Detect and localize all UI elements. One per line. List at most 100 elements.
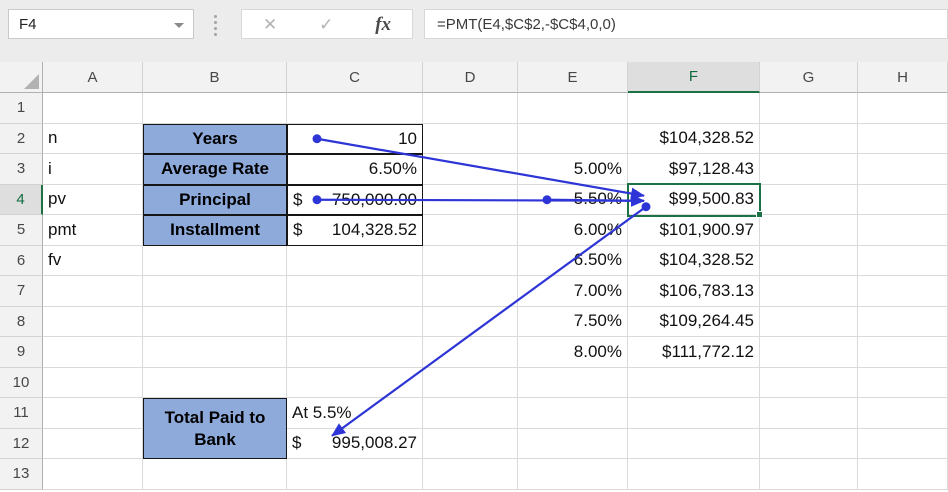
cell-A2[interactable]: n bbox=[43, 124, 143, 155]
cell-E3[interactable]: 5.00% bbox=[518, 154, 628, 185]
cell-G2[interactable] bbox=[760, 124, 858, 155]
cell-B3[interactable]: Average Rate bbox=[143, 154, 287, 185]
cell-A7[interactable] bbox=[43, 276, 143, 307]
cell-A13[interactable] bbox=[43, 459, 143, 490]
cell-E4[interactable]: 5.50% bbox=[518, 185, 628, 216]
row-header-11[interactable]: 11 bbox=[0, 398, 43, 429]
cell-A4[interactable]: pv bbox=[43, 185, 143, 216]
column-header-H[interactable]: H bbox=[858, 62, 948, 93]
cell-F11[interactable] bbox=[628, 398, 760, 429]
cell-A6[interactable]: fv bbox=[43, 246, 143, 277]
cell-E5[interactable]: 6.00% bbox=[518, 215, 628, 246]
cell-H3[interactable] bbox=[858, 154, 948, 185]
row-header-12[interactable]: 12 bbox=[0, 429, 43, 460]
name-box[interactable]: F4 bbox=[8, 9, 194, 39]
cell-A8[interactable] bbox=[43, 307, 143, 338]
cell-D2[interactable] bbox=[423, 124, 518, 155]
cell-F12[interactable] bbox=[628, 429, 760, 460]
cell-D9[interactable] bbox=[423, 337, 518, 368]
cell-C7[interactable] bbox=[287, 276, 423, 307]
cell-D7[interactable] bbox=[423, 276, 518, 307]
row-header-8[interactable]: 8 bbox=[0, 307, 43, 338]
cell-D8[interactable] bbox=[423, 307, 518, 338]
cell-C2[interactable]: 10 bbox=[287, 124, 423, 155]
column-header-B[interactable]: B bbox=[143, 62, 287, 93]
cell-B13[interactable] bbox=[143, 459, 287, 490]
cell-F4[interactable]: $99,500.83 bbox=[628, 185, 760, 216]
cell-G8[interactable] bbox=[760, 307, 858, 338]
cell-H11[interactable] bbox=[858, 398, 948, 429]
cell-D10[interactable] bbox=[423, 368, 518, 399]
cell-B7[interactable] bbox=[143, 276, 287, 307]
cell-A9[interactable] bbox=[43, 337, 143, 368]
cell-B8[interactable] bbox=[143, 307, 287, 338]
cell-E6[interactable]: 6.50% bbox=[518, 246, 628, 277]
cell-A5[interactable]: pmt bbox=[43, 215, 143, 246]
name-box-dropdown-icon[interactable] bbox=[174, 23, 184, 28]
cell-F7[interactable]: $106,783.13 bbox=[628, 276, 760, 307]
cell-H13[interactable] bbox=[858, 459, 948, 490]
cell-B5[interactable]: Installment bbox=[143, 215, 287, 246]
cell-H4[interactable] bbox=[858, 185, 948, 216]
cell-G1[interactable] bbox=[760, 93, 858, 124]
column-header-G[interactable]: G bbox=[760, 62, 858, 93]
row-header-3[interactable]: 3 bbox=[0, 154, 43, 185]
cell-G11[interactable] bbox=[760, 398, 858, 429]
cell-C12[interactable]: $995,008.27 bbox=[287, 429, 423, 460]
cell-D11[interactable] bbox=[423, 398, 518, 429]
row-header-13[interactable]: 13 bbox=[0, 459, 43, 490]
column-header-E[interactable]: E bbox=[518, 62, 628, 93]
cell-G6[interactable] bbox=[760, 246, 858, 277]
cell-F5[interactable]: $101,900.97 bbox=[628, 215, 760, 246]
cell-H7[interactable] bbox=[858, 276, 948, 307]
cell-C5[interactable]: $104,328.52 bbox=[287, 215, 423, 246]
cell-B10[interactable] bbox=[143, 368, 287, 399]
column-header-F[interactable]: F bbox=[628, 62, 760, 93]
cell-A1[interactable] bbox=[43, 93, 143, 124]
cell-A11[interactable] bbox=[43, 398, 143, 429]
cell-D13[interactable] bbox=[423, 459, 518, 490]
cell-F6[interactable]: $104,328.52 bbox=[628, 246, 760, 277]
column-header-D[interactable]: D bbox=[423, 62, 518, 93]
cell-H12[interactable] bbox=[858, 429, 948, 460]
cell-G4[interactable] bbox=[760, 185, 858, 216]
row-header-10[interactable]: 10 bbox=[0, 368, 43, 399]
cell-E13[interactable] bbox=[518, 459, 628, 490]
cell-F1[interactable] bbox=[628, 93, 760, 124]
cell-H6[interactable] bbox=[858, 246, 948, 277]
cell-C8[interactable] bbox=[287, 307, 423, 338]
cell-A12[interactable] bbox=[43, 429, 143, 460]
cell-F3[interactable]: $97,128.43 bbox=[628, 154, 760, 185]
row-header-6[interactable]: 6 bbox=[0, 246, 43, 277]
cell-B9[interactable] bbox=[143, 337, 287, 368]
select-all-corner[interactable] bbox=[0, 62, 43, 93]
cell-D4[interactable] bbox=[423, 185, 518, 216]
cell-C6[interactable] bbox=[287, 246, 423, 277]
row-header-2[interactable]: 2 bbox=[0, 124, 43, 155]
cell-E7[interactable]: 7.00% bbox=[518, 276, 628, 307]
cell-H8[interactable] bbox=[858, 307, 948, 338]
cell-C1[interactable] bbox=[287, 93, 423, 124]
cell-D5[interactable] bbox=[423, 215, 518, 246]
column-header-A[interactable]: A bbox=[43, 62, 143, 93]
cell-E9[interactable]: 8.00% bbox=[518, 337, 628, 368]
cell-H10[interactable] bbox=[858, 368, 948, 399]
cell-G3[interactable] bbox=[760, 154, 858, 185]
cell-D12[interactable] bbox=[423, 429, 518, 460]
cell-C13[interactable] bbox=[287, 459, 423, 490]
cell-B6[interactable] bbox=[143, 246, 287, 277]
cell-C4[interactable]: $750,000.00 bbox=[287, 185, 423, 216]
cancel-icon[interactable]: ✕ bbox=[263, 16, 277, 33]
cell-F8[interactable]: $109,264.45 bbox=[628, 307, 760, 338]
cell-H1[interactable] bbox=[858, 93, 948, 124]
cell-A3[interactable]: i bbox=[43, 154, 143, 185]
cell-G13[interactable] bbox=[760, 459, 858, 490]
cell-E2[interactable] bbox=[518, 124, 628, 155]
cell-E10[interactable] bbox=[518, 368, 628, 399]
cell-E12[interactable] bbox=[518, 429, 628, 460]
cell-B11[interactable]: Total Paid to Bank bbox=[143, 398, 287, 459]
cell-E1[interactable] bbox=[518, 93, 628, 124]
cell-H9[interactable] bbox=[858, 337, 948, 368]
fill-handle[interactable] bbox=[756, 211, 763, 218]
enter-icon[interactable]: ✓ bbox=[319, 16, 333, 33]
